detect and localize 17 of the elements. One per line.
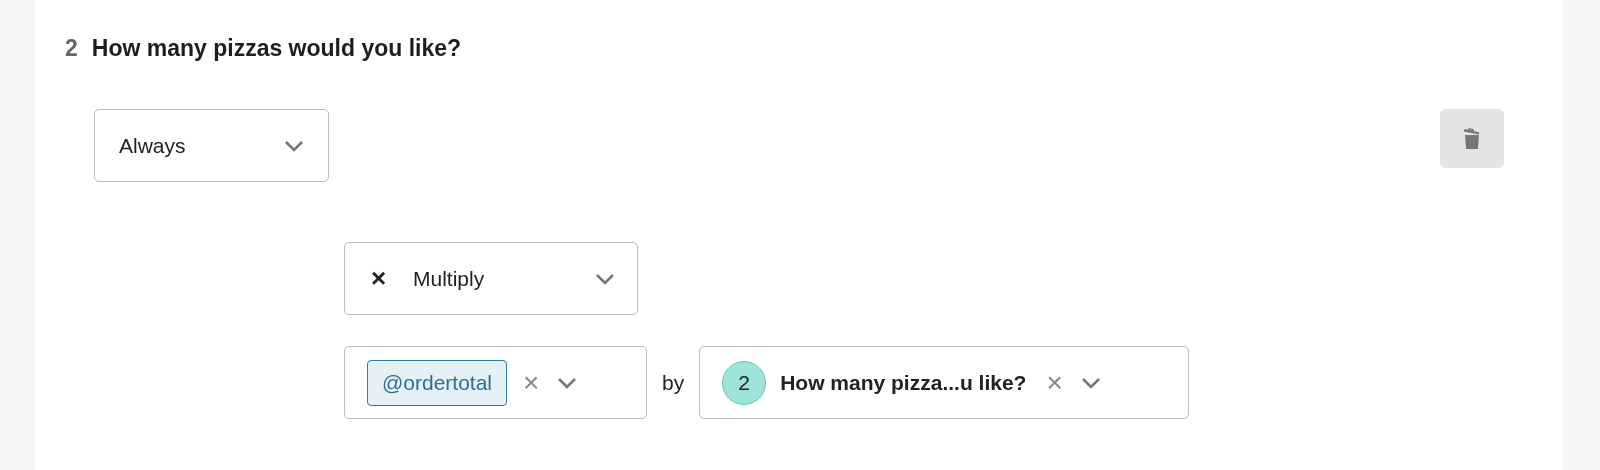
question-number: 2 — [65, 34, 78, 62]
condition-dropdown[interactable]: Always — [94, 109, 329, 182]
operand-dropdown[interactable]: 2 How many pizza...u like? × — [699, 346, 1190, 419]
operand-dropdown[interactable]: @ordertotal × — [344, 346, 647, 419]
question-number-badge: 2 — [722, 360, 767, 405]
operation-dropdown[interactable]: × Multiply — [344, 242, 638, 315]
clear-icon[interactable]: × — [523, 368, 540, 397]
trash-icon — [1463, 126, 1481, 151]
chevron-down-icon — [557, 376, 578, 389]
chevron-down-icon — [595, 272, 615, 285]
question-title: How many pizzas would you like? — [91, 34, 462, 62]
delete-button[interactable] — [1440, 109, 1504, 168]
clear-icon[interactable]: × — [1046, 368, 1063, 397]
chevron-down-icon — [1080, 376, 1101, 389]
connector-label: by — [662, 370, 685, 395]
variable-tag: @ordertotal — [367, 359, 508, 406]
chevron-down-icon — [284, 139, 304, 152]
